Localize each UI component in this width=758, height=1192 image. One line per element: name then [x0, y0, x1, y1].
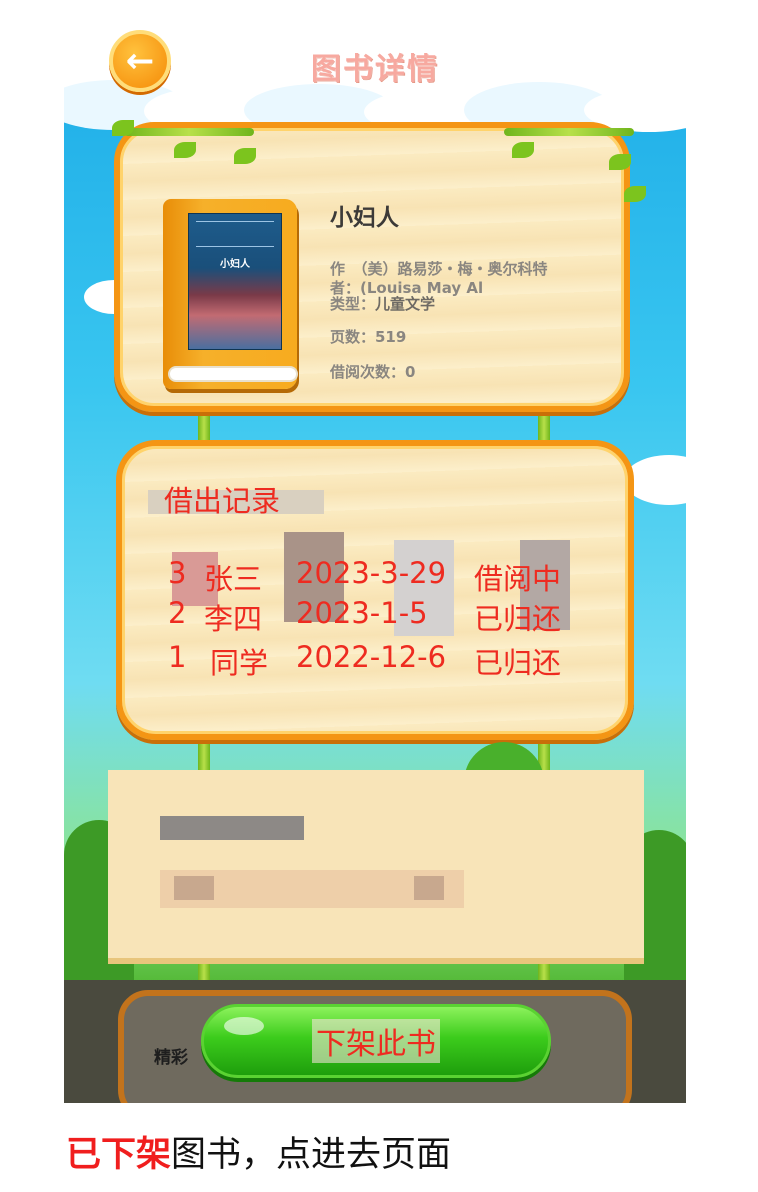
record-status: 已归还 — [474, 602, 562, 636]
leaf — [512, 142, 534, 158]
record-date: 2022-12-6 — [296, 640, 447, 674]
book-type-value: 儿童文学 — [375, 295, 436, 313]
record-name: 同学 — [210, 646, 269, 680]
vine — [124, 128, 254, 136]
pixelated-area — [174, 876, 214, 900]
book-author: 作 （美）路易莎・梅・奥尔科特 — [330, 258, 548, 279]
book-type-label: 类型： — [330, 295, 376, 313]
caption: 已下架图书，点进去页面 — [66, 1126, 451, 1177]
pixelated-panel — [108, 770, 644, 958]
leaf — [624, 186, 646, 202]
book-cover-decoration — [196, 221, 274, 247]
record-status: 借阅中 — [474, 562, 562, 596]
pixelated-area — [160, 816, 304, 840]
leaf — [174, 142, 196, 158]
app-screen: ← 图书详情 小妇人 小妇人 作 （美）路易莎・梅・奥尔科特 者：(Louisa… — [64, 0, 686, 1103]
record-no: 2 — [168, 596, 187, 630]
borrow-record-title: 借出记录 — [164, 484, 281, 518]
page-title: 图书详情 — [311, 52, 439, 87]
caption-highlight: 已下架 — [66, 1135, 172, 1175]
book-cover-title: 小妇人 — [220, 259, 250, 270]
leaf — [609, 154, 631, 170]
off-shelf-button-label: 下架此书 — [312, 1019, 440, 1063]
record-no: 3 — [168, 556, 187, 590]
details-panel-label: 精彩 — [154, 1048, 188, 1068]
record-no: 1 — [168, 640, 187, 674]
off-shelf-button[interactable]: 下架此书 — [201, 1004, 551, 1078]
record-date: 2023-3-29 — [296, 556, 447, 590]
book-pages — [168, 366, 298, 382]
book-name: 小妇人 — [330, 205, 399, 231]
book-type: 类型：儿童文学 — [330, 293, 435, 314]
pixelated-area — [414, 876, 444, 900]
book-pages-count: 页数：519 — [330, 328, 407, 346]
vine — [504, 128, 634, 136]
leaf — [234, 148, 256, 164]
record-name: 张三 — [204, 562, 263, 596]
record-name: 李四 — [204, 602, 263, 636]
book-borrow-count: 借阅次数：0 — [330, 363, 416, 381]
caption-text: 图书，点进去页面 — [171, 1135, 452, 1175]
record-date: 2023-1-5 — [296, 596, 428, 630]
leaf — [112, 120, 134, 136]
record-status: 已归还 — [474, 646, 562, 680]
author-line-1: 作 （美）路易莎・梅・奥尔科特 — [330, 260, 548, 278]
button-gloss — [224, 1017, 264, 1035]
